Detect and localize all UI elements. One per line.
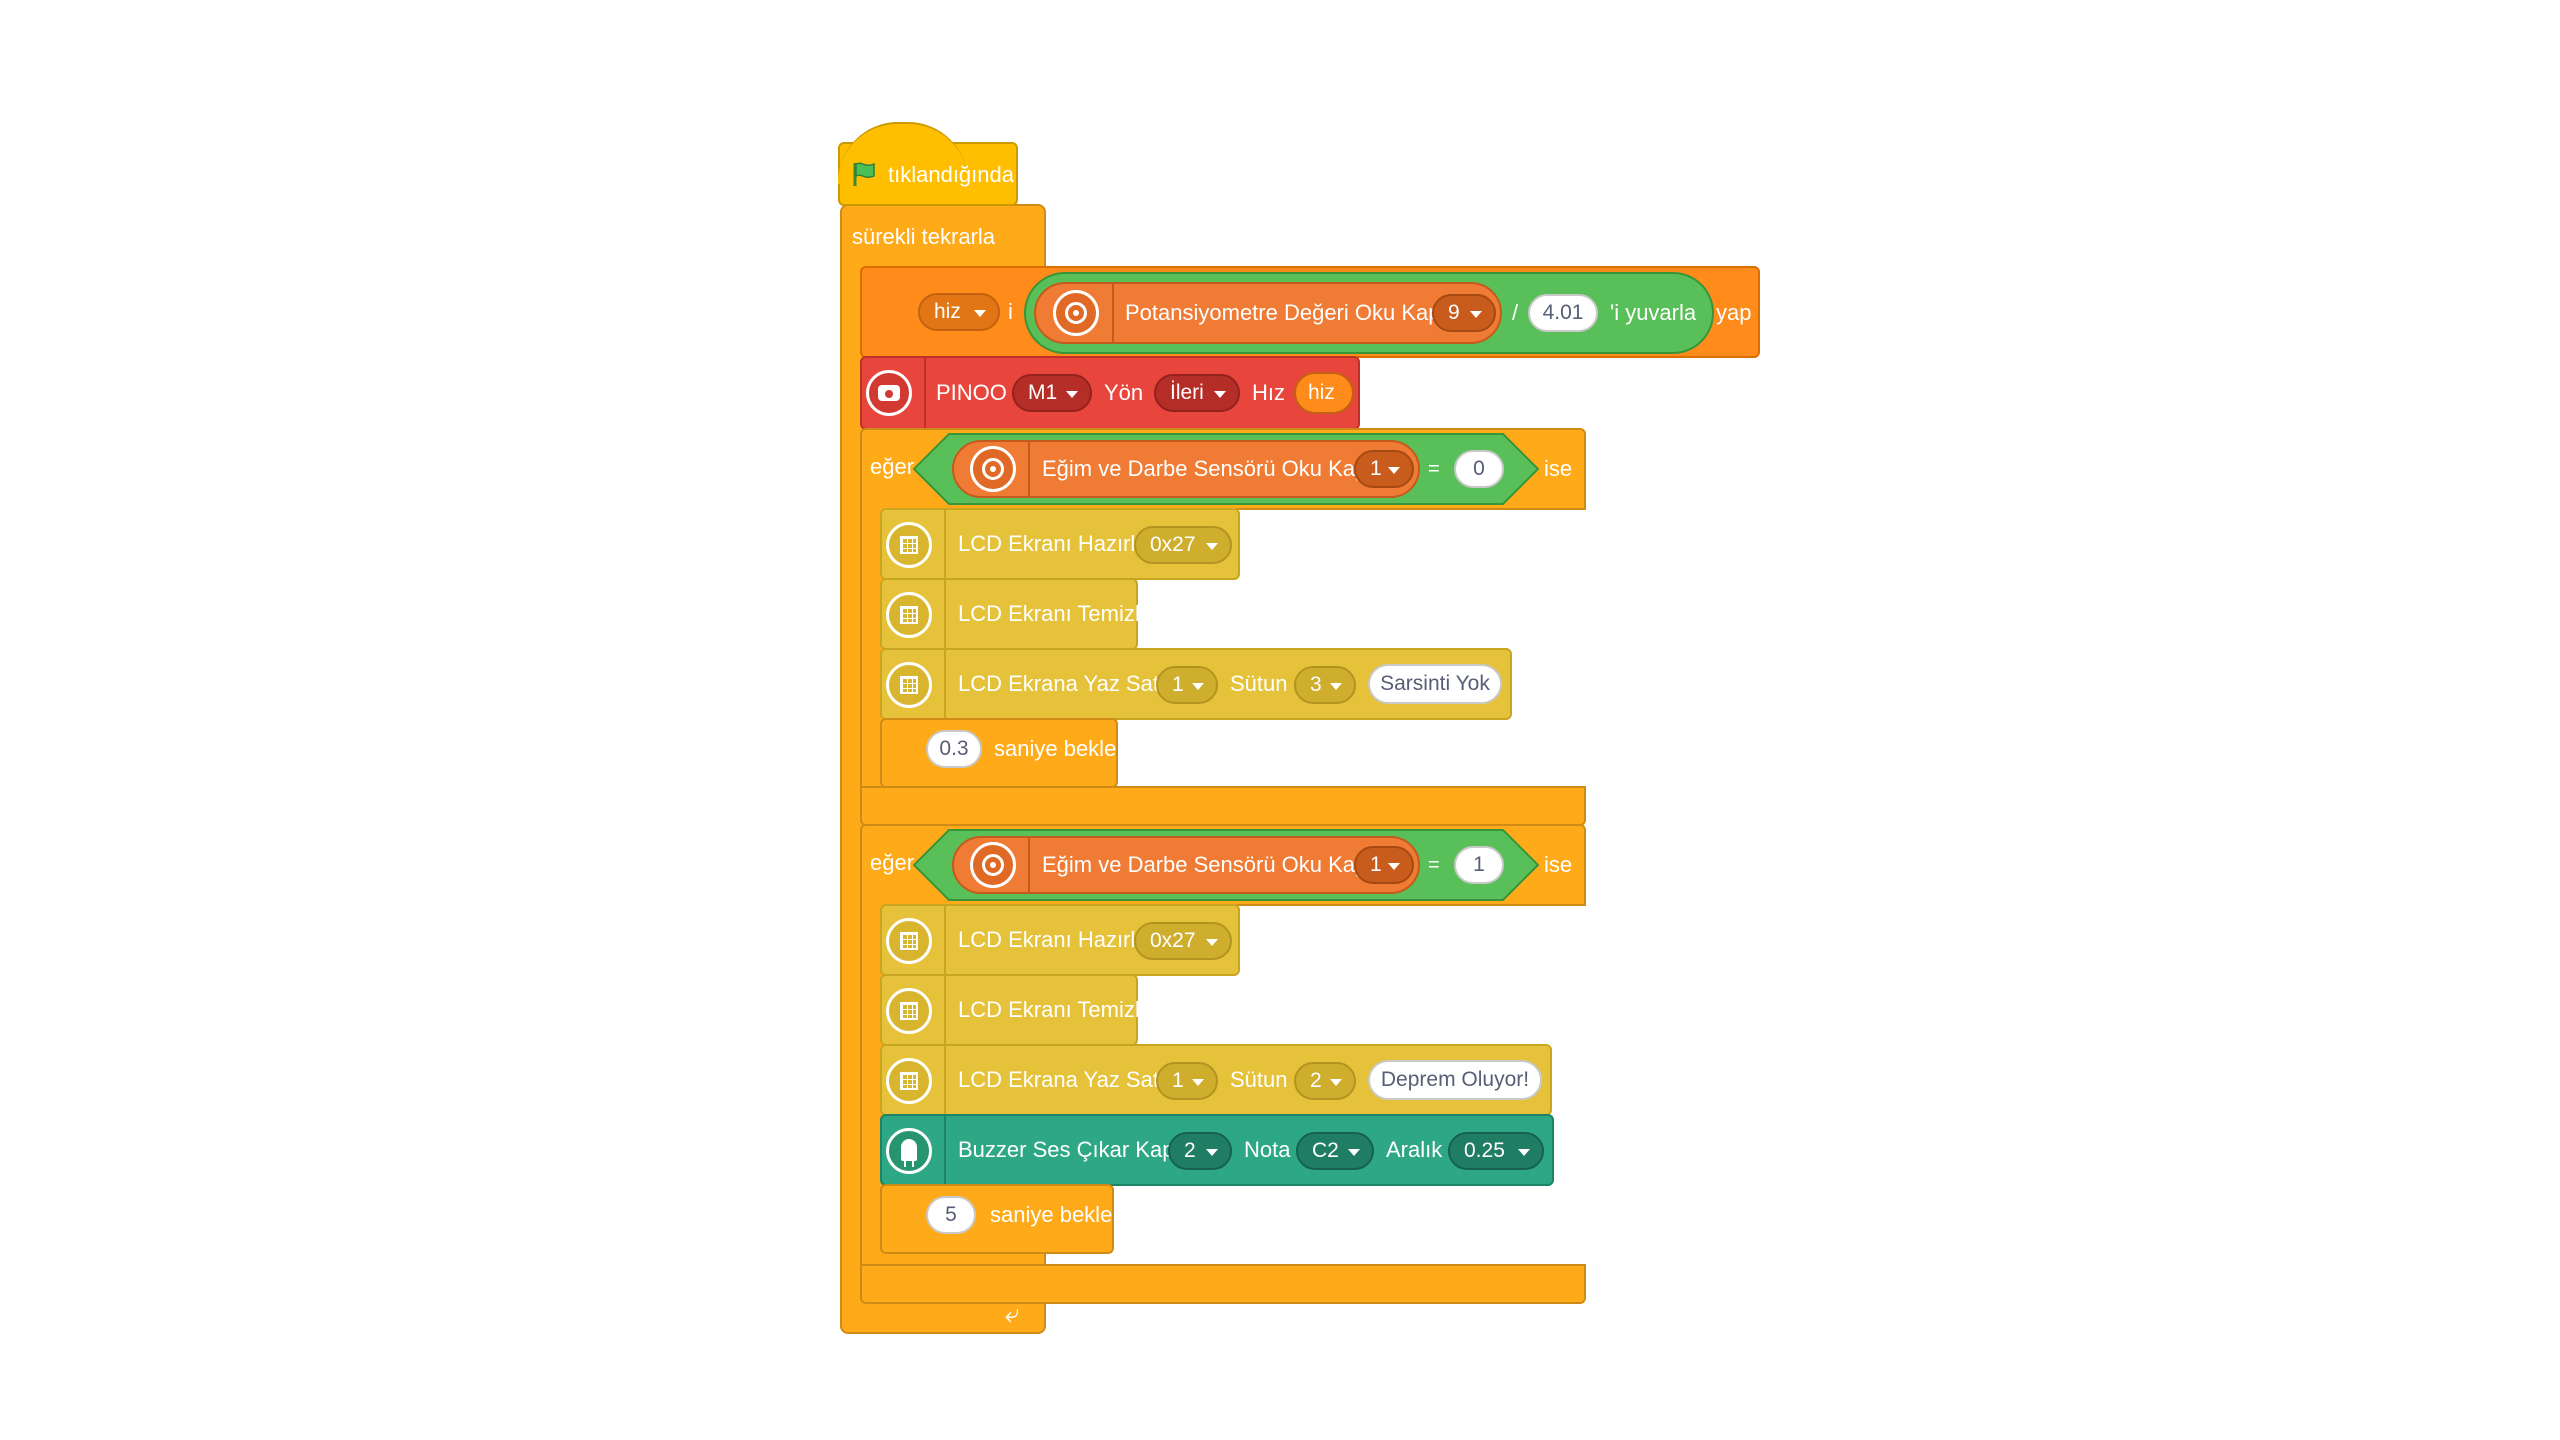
divisor-input[interactable]: 4.01 bbox=[1528, 294, 1598, 332]
compare-value-input-1[interactable]: 0 bbox=[1454, 450, 1504, 488]
lcd-write-label-2: LCD Ekrana Yaz Satır bbox=[958, 1067, 1173, 1092]
then-label-2: ise bbox=[1544, 852, 1573, 877]
speed-label: Hız bbox=[1252, 380, 1285, 405]
lcd-init-label-2: LCD Ekranı Hazırla bbox=[958, 927, 1148, 952]
wait-label-1: saniye bekle bbox=[994, 736, 1117, 761]
buzzer-port-dropdown[interactable]: 2 bbox=[1168, 1132, 1232, 1170]
wait-seconds-input-1[interactable]: 0.3 bbox=[926, 730, 982, 768]
green-flag-icon bbox=[853, 162, 875, 186]
potentiometer-icon bbox=[1053, 290, 1099, 336]
range-label: Aralık bbox=[1386, 1137, 1443, 1162]
tilt-sensor-port-dropdown-2[interactable]: 1 bbox=[1354, 846, 1414, 884]
wait-label-2: saniye bekle bbox=[990, 1202, 1113, 1227]
lcd-icon bbox=[886, 662, 932, 708]
if-label-1: eğer bbox=[870, 454, 915, 479]
event-label: tıklandığında bbox=[888, 162, 1014, 187]
direction-label: Yön bbox=[1104, 380, 1144, 405]
motor-label: PINOO bbox=[936, 380, 1007, 405]
tilt-sensor-icon-2 bbox=[970, 842, 1016, 888]
range-dropdown[interactable]: 0.25 bbox=[1448, 1132, 1544, 1170]
lcd-address-dropdown-2[interactable]: 0x27 bbox=[1134, 922, 1232, 960]
lcd-icon bbox=[886, 918, 932, 964]
if-block-2-footer bbox=[860, 1264, 1586, 1304]
lcd-col-dropdown-1[interactable]: 3 bbox=[1294, 666, 1356, 704]
lcd-text-input-1[interactable]: Sarsinti Yok bbox=[1368, 664, 1502, 704]
note-label: Nota bbox=[1244, 1137, 1291, 1162]
lcd-row-dropdown-1[interactable]: 1 bbox=[1156, 666, 1218, 704]
lcd-col-dropdown-2[interactable]: 2 bbox=[1294, 1062, 1356, 1100]
note-dropdown[interactable]: C2 bbox=[1296, 1132, 1374, 1170]
equals-sign-1: = bbox=[1428, 458, 1440, 480]
compare-value-input-2[interactable]: 1 bbox=[1454, 846, 1504, 884]
scripts-area[interactable]: sürekli tekrarla ⤶ tıklandığında hiz i P… bbox=[0, 0, 2560, 1440]
equals-sign-2: = bbox=[1428, 854, 1440, 876]
lcd-text-input-2[interactable]: Deprem Oluyor! bbox=[1368, 1060, 1542, 1100]
then-label-1: ise bbox=[1544, 456, 1573, 481]
round-label: 'i yuvarla bbox=[1610, 300, 1697, 325]
motor-select-dropdown[interactable]: M1 bbox=[1012, 374, 1092, 412]
tilt-sensor-label-1: Eğim ve Darbe Sensörü Oku Kapı bbox=[1042, 456, 1374, 481]
lcd-clear-label-2: LCD Ekranı Temizle bbox=[958, 997, 1152, 1022]
tilt-sensor-port-dropdown-1[interactable]: 1 bbox=[1354, 450, 1414, 488]
lcd-row-dropdown-2[interactable]: 1 bbox=[1156, 1062, 1218, 1100]
lcd-icon bbox=[886, 988, 932, 1034]
lcd-address-dropdown-1[interactable]: 0x27 bbox=[1134, 526, 1232, 564]
tilt-sensor-label-2: Eğim ve Darbe Sensörü Oku Kapı bbox=[1042, 852, 1374, 877]
lcd-clear-label-1: LCD Ekranı Temizle bbox=[958, 601, 1152, 626]
set-suffix: yap bbox=[1716, 300, 1752, 325]
set-connector: i bbox=[1008, 299, 1013, 324]
potentiometer-port-dropdown[interactable]: 9 bbox=[1432, 294, 1496, 332]
buzzer-label: Buzzer Ses Çıkar Kapı bbox=[958, 1137, 1181, 1162]
potentiometer-label: Potansiyometre Değeri Oku Kapı bbox=[1125, 300, 1447, 325]
if-block-1-footer bbox=[860, 786, 1586, 826]
lcd-write-label-1: LCD Ekrana Yaz Satır bbox=[958, 671, 1173, 696]
if-label-2: eğer bbox=[870, 850, 915, 875]
lcd-col-label-2: Sütun bbox=[1230, 1067, 1288, 1092]
tilt-sensor-icon-1 bbox=[970, 446, 1016, 492]
lcd-col-label-1: Sütun bbox=[1230, 671, 1288, 696]
lcd-init-label-1: LCD Ekranı Hazırla bbox=[958, 531, 1148, 556]
direction-dropdown[interactable]: İleri bbox=[1154, 374, 1240, 412]
motor-icon bbox=[866, 370, 912, 416]
buzzer-icon bbox=[886, 1128, 932, 1174]
wait-seconds-input-2[interactable]: 5 bbox=[926, 1196, 976, 1234]
variable-dropdown[interactable]: hiz bbox=[918, 293, 1000, 331]
divide-operator: / bbox=[1512, 300, 1519, 325]
lcd-icon bbox=[886, 1058, 932, 1104]
lcd-icon bbox=[886, 592, 932, 638]
speed-variable-reporter[interactable]: hiz bbox=[1294, 372, 1354, 414]
forever-label: sürekli tekrarla bbox=[852, 224, 996, 249]
lcd-icon bbox=[886, 522, 932, 568]
